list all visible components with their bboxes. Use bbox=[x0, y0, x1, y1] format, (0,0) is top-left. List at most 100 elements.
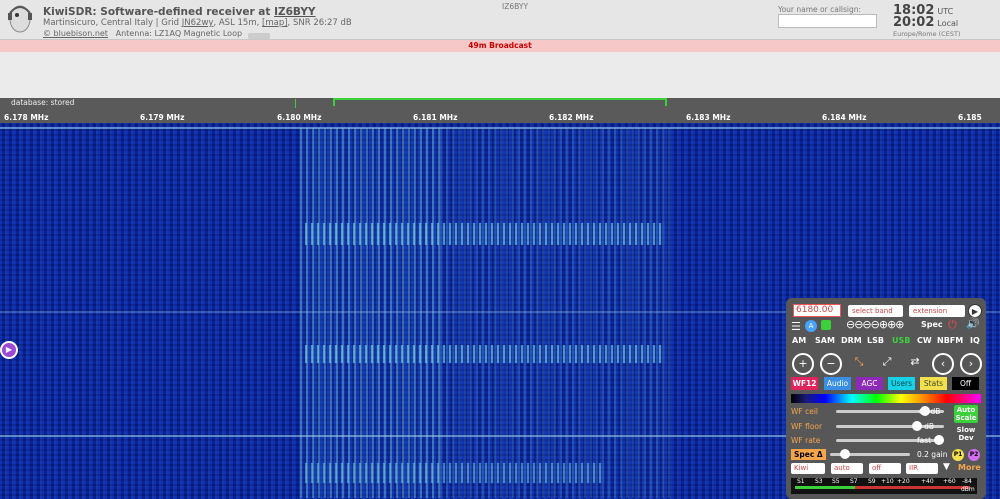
slider-knob[interactable] bbox=[934, 435, 944, 445]
a-icon[interactable]: A bbox=[805, 320, 817, 332]
passband-indicator[interactable] bbox=[333, 98, 667, 106]
header-bar: KiwiSDR: Software-defined receiver at IZ… bbox=[0, 0, 1000, 40]
kiwi-logo-icon bbox=[8, 5, 32, 33]
name-input[interactable] bbox=[778, 14, 877, 28]
gain-slider[interactable] bbox=[830, 449, 910, 459]
mode-sam[interactable]: SAM bbox=[815, 336, 835, 345]
triangle-down-icon[interactable]: ▼ bbox=[943, 462, 950, 472]
s-meter-tick: S7 bbox=[850, 478, 858, 485]
s-meter-tick: -84 bbox=[962, 478, 972, 485]
power-icon[interactable]: ⏻ bbox=[948, 318, 957, 332]
users-button[interactable]: Users bbox=[888, 377, 915, 390]
mode-nbfm[interactable]: NBFM bbox=[937, 336, 963, 345]
stats-button[interactable]: Stats bbox=[920, 377, 947, 390]
tick-label: 6.182 MHz bbox=[549, 113, 594, 122]
tick-label: 6.180 MHz bbox=[277, 113, 322, 122]
auto-dropdown[interactable]: auto bbox=[831, 463, 863, 474]
map-link[interactable]: [map] bbox=[262, 18, 288, 28]
select-band-dropdown[interactable]: select band bbox=[848, 305, 903, 317]
off-button[interactable]: Off bbox=[952, 377, 979, 390]
mode-lsb[interactable]: LSB bbox=[867, 336, 884, 345]
spec-delta-button[interactable]: Spec Δ bbox=[791, 449, 826, 460]
center-callsign: IZ6BYY bbox=[502, 2, 529, 11]
play-circle-icon[interactable]: ▶ bbox=[968, 304, 982, 318]
grid-link[interactable]: JN62wy bbox=[182, 18, 214, 28]
signal-trace bbox=[440, 128, 670, 498]
p1-button[interactable]: P1 bbox=[952, 449, 964, 461]
wf-ceil-label: WF ceil bbox=[791, 407, 819, 416]
mode-drm[interactable]: DRM bbox=[841, 336, 862, 345]
zoom-band-icon[interactable]: ⤡ bbox=[848, 353, 870, 375]
signal-trace bbox=[305, 223, 665, 245]
mode-cw[interactable]: CW bbox=[917, 336, 932, 345]
mode-am[interactable]: AM bbox=[792, 336, 806, 345]
spec-button[interactable]: Spec bbox=[921, 320, 943, 329]
wf-rate-label: WF rate bbox=[791, 436, 821, 445]
collapse-toggle[interactable] bbox=[248, 33, 270, 39]
page-title: KiwiSDR: Software-defined receiver at IZ… bbox=[43, 6, 316, 18]
auto-scale-button[interactable]: Auto Scale bbox=[954, 405, 978, 423]
s-meter-tick: +60 bbox=[943, 478, 956, 485]
s-meter-tick: +40 bbox=[921, 478, 934, 485]
tick-label: 6.183 MHz bbox=[686, 113, 731, 122]
zoom-max-icon[interactable]: ⤢ bbox=[876, 353, 898, 375]
green-square-icon[interactable] bbox=[821, 320, 831, 330]
wf-floor-label: WF floor bbox=[791, 422, 823, 431]
frequency-input[interactable]: 6180.00 bbox=[793, 304, 841, 317]
antenna-line: © bluebison.net Antenna: LZ1AQ Magnetic … bbox=[43, 29, 243, 38]
carrier-marker bbox=[295, 99, 296, 108]
slider-knob[interactable] bbox=[840, 449, 850, 459]
agc-button[interactable]: AGC bbox=[856, 377, 883, 390]
credit-link[interactable]: © bluebison.net bbox=[43, 29, 108, 38]
wf-ceil-value: +5 dB bbox=[917, 407, 941, 416]
gain-value: 0.2 gain bbox=[917, 450, 948, 459]
wf12-button[interactable]: WF12 bbox=[791, 377, 818, 390]
s-meter-tick: S9 bbox=[868, 478, 876, 485]
mode-iq[interactable]: IQ bbox=[970, 336, 980, 345]
speaker-icon[interactable]: 🔊 bbox=[966, 317, 980, 330]
s-meter-tick: S5 bbox=[832, 478, 840, 485]
zoom-out-icon[interactable]: − bbox=[820, 353, 842, 375]
kiwi-dropdown[interactable]: Kiwi bbox=[791, 463, 825, 474]
menu-icon[interactable]: ☰ bbox=[791, 320, 801, 333]
local-clock: 20:02 Local bbox=[893, 15, 959, 30]
extension-dropdown[interactable]: extension bbox=[909, 305, 965, 317]
s-meter-tick: +10 bbox=[881, 478, 894, 485]
scan-line bbox=[0, 127, 1000, 129]
s-meter-tick: S3 bbox=[815, 478, 823, 485]
s-meter-bar bbox=[795, 486, 855, 489]
control-panel: 6180.00 select band extension ▶ ☰ A ⊖⊖⊖⊖… bbox=[786, 298, 986, 499]
wf-floor-value: 0 dB bbox=[917, 422, 935, 431]
s-meter-bar-red bbox=[855, 486, 970, 489]
wf-rate-value: fast bbox=[917, 436, 932, 445]
s-meter-unit: dBm bbox=[961, 486, 975, 493]
iir-dropdown[interactable]: IIR bbox=[906, 463, 938, 474]
zoom-in-icon[interactable]: + bbox=[792, 353, 814, 375]
signal-trace bbox=[305, 463, 605, 483]
band-bar[interactable]: 49m Broadcast bbox=[0, 40, 1000, 52]
zoom-step-icons[interactable]: ⊖⊖⊖⊖⊕⊕⊕ bbox=[846, 318, 905, 331]
play-icon[interactable]: ▶ bbox=[0, 341, 18, 359]
location-line: Martinsicuro, Central Italy | Grid JN62w… bbox=[43, 18, 352, 28]
colormap-bar bbox=[791, 394, 981, 403]
tick-label: 6.184 MHz bbox=[822, 113, 867, 122]
signal-trace bbox=[300, 128, 440, 498]
mode-usb[interactable]: USB bbox=[892, 336, 910, 345]
signal-trace bbox=[305, 345, 665, 363]
s-meter: S1 S3 S5 S7 S9 +10 +20 +40 +60 -84 dBm bbox=[791, 478, 977, 494]
step-forward-icon[interactable]: › bbox=[960, 353, 982, 375]
audio-button[interactable]: Audio bbox=[824, 377, 851, 390]
name-label: Your name or callsign: bbox=[778, 5, 862, 14]
step-back-icon[interactable]: ‹ bbox=[932, 353, 954, 375]
more-button[interactable]: More bbox=[958, 463, 981, 472]
slow-dev-button[interactable]: Slow Dev bbox=[954, 426, 978, 442]
timezone: Europe/Rome (CEST) bbox=[893, 30, 961, 38]
p2-button[interactable]: P2 bbox=[968, 449, 980, 461]
swap-icon[interactable]: ⇄ bbox=[904, 353, 926, 375]
tick-label: 6.178 MHz bbox=[4, 113, 49, 122]
callsign-link[interactable]: IZ6BYY bbox=[274, 6, 315, 18]
spectrum-area[interactable] bbox=[0, 52, 1000, 98]
s-meter-tick: +20 bbox=[897, 478, 910, 485]
frequency-scale[interactable]: database: stored 6.178 MHz 6.179 MHz 6.1… bbox=[0, 98, 1000, 131]
off-dropdown[interactable]: off bbox=[869, 463, 901, 474]
